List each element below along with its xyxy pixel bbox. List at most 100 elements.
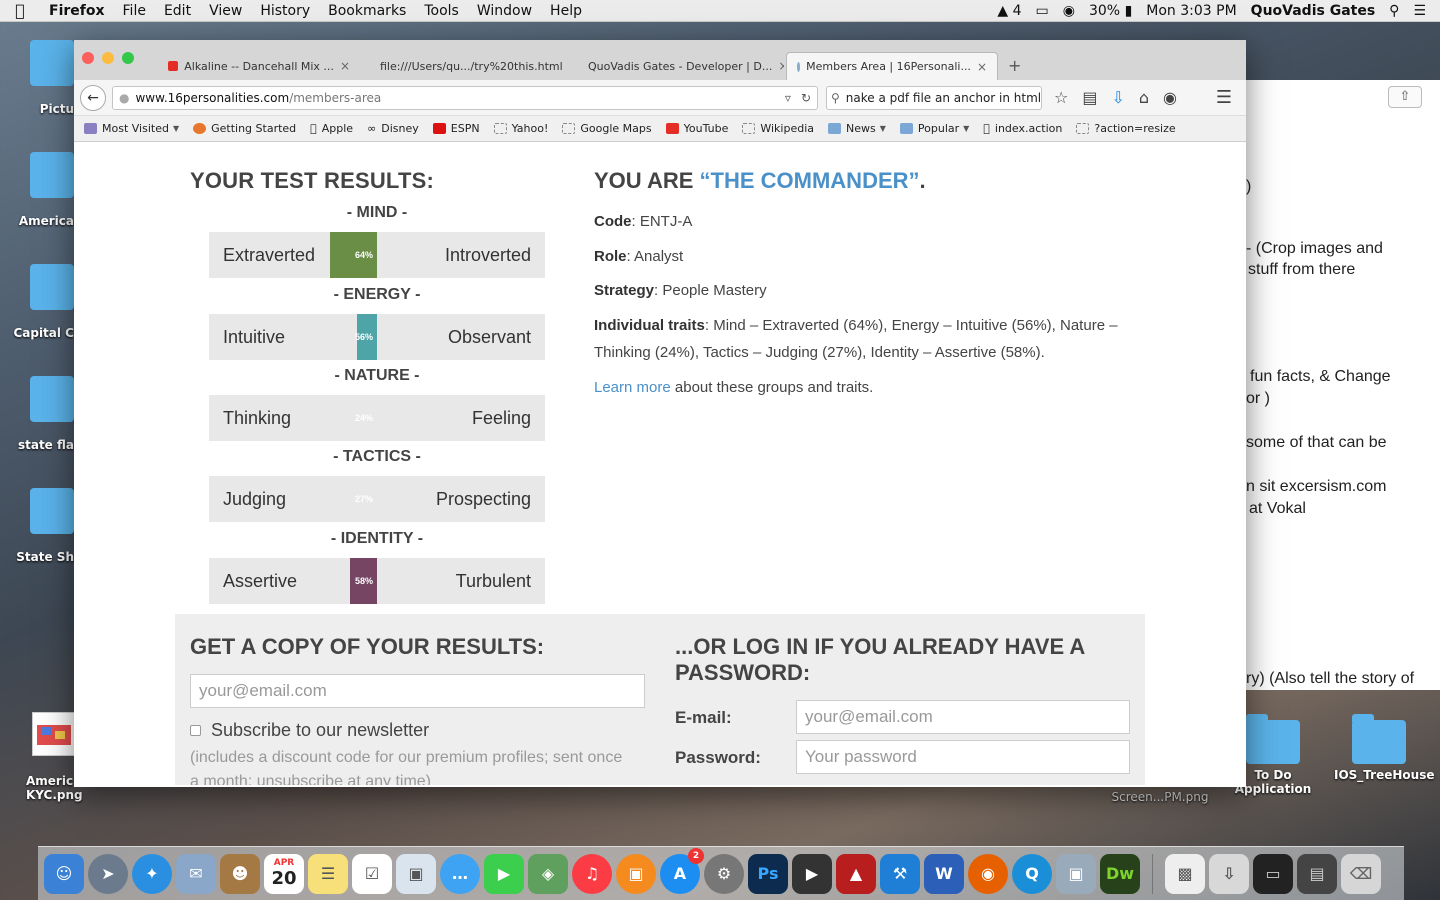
notification-center-icon[interactable]: ☰ [1413, 3, 1426, 19]
battery-status[interactable]: 30% ▮ [1089, 3, 1132, 19]
zoom-window-button[interactable] [122, 52, 134, 64]
finder-icon[interactable]: ☺ [44, 853, 84, 894]
launchpad-icon[interactable]: ➤ [88, 853, 128, 894]
desktop-label[interactable]: Pictu [0, 102, 74, 116]
tab-members-area[interactable]: Members Area | 16Personali... × [786, 52, 998, 80]
desktop-label[interactable]: State Sh [0, 550, 74, 564]
notes-icon[interactable]: ☰ [308, 853, 348, 894]
tab-quovadis[interactable]: QuoVadis Gates - Developer | D... × [578, 52, 784, 80]
hamburger-menu-icon[interactable]: ☰ [1216, 87, 1240, 108]
url-dropdown-icon[interactable]: ▿ [785, 91, 791, 105]
calendar-icon[interactable]: APR 20 [264, 853, 304, 894]
bookmark-getting-started[interactable]: Getting Started [193, 122, 296, 135]
desktop-folder-icon[interactable] [30, 40, 74, 86]
quicktime-icon[interactable]: Q [1012, 853, 1052, 894]
tab-close-icon[interactable]: × [971, 60, 987, 74]
bookmark-youtube[interactable]: YouTube [665, 122, 728, 135]
trash-icon[interactable]: ⌫ [1341, 853, 1381, 894]
bookmark-apple[interactable]: Apple [310, 122, 353, 135]
photo-booth-icon[interactable]: ◈ [528, 853, 568, 894]
desktop-folder-ios[interactable]: IOS_TreeHouse [1334, 714, 1434, 782]
login-password-input[interactable]: Your password [796, 740, 1130, 774]
preview-icon[interactable]: ▣ [396, 853, 436, 894]
search-input[interactable]: nake a pdf file an anchor in html [846, 91, 1041, 105]
contacts-icon[interactable]: ☻ [220, 853, 260, 894]
bookmark-news[interactable]: News ▼ [828, 122, 886, 135]
documents-stack-icon[interactable]: ▤ [1297, 853, 1337, 894]
url-bar[interactable]: ● www.16personalities.com/members-area ▿… [112, 85, 818, 110]
desktop-folder-icon[interactable] [30, 264, 74, 310]
screenshot-file-label[interactable]: Screen...PM.png [1104, 790, 1216, 804]
menu-history[interactable]: History [251, 3, 319, 19]
desktop-folder-icon[interactable] [30, 152, 74, 198]
menu-bookmarks[interactable]: Bookmarks [319, 3, 415, 19]
tab-close-icon[interactable]: × [334, 59, 350, 73]
bookmark-action-resize[interactable]: ?action=resize [1076, 122, 1176, 135]
back-button[interactable]: ← [80, 84, 106, 111]
clock[interactable]: Mon 3:03 PM [1146, 3, 1236, 19]
chat-icon[interactable]: ◉ [1163, 88, 1177, 107]
new-tab-button[interactable]: + [1008, 56, 1021, 75]
photoshop-icon[interactable]: Ps [748, 853, 788, 894]
bookmark-disney[interactable]: ∞ Disney [367, 122, 419, 135]
close-window-button[interactable] [82, 52, 94, 64]
copy-email-input[interactable]: your@email.com [190, 674, 645, 708]
bookmark-popular[interactable]: Popular ▼ [899, 122, 969, 135]
tab-close-icon[interactable]: × [772, 59, 784, 73]
downloads-stack-icon[interactable]: ⇩ [1209, 853, 1249, 894]
bookmark-wikipedia[interactable]: Wikipedia [742, 122, 814, 135]
menu-file[interactable]: File [114, 3, 155, 19]
subscribe-checkbox[interactable] [190, 725, 201, 736]
reload-icon[interactable]: ↻ [801, 91, 811, 105]
bookmark-yahoo[interactable]: Yahoo! [493, 122, 548, 135]
menu-edit[interactable]: Edit [155, 3, 200, 19]
bookmark-most-visited[interactable]: Most Visited ▼ [84, 122, 179, 135]
tab-alkaline[interactable]: Alkaline -- Dancehall Mix ... × [158, 52, 360, 80]
home-icon[interactable]: ⌂ [1139, 88, 1149, 107]
learn-more-link[interactable]: Learn more [594, 379, 671, 396]
wifi-icon[interactable]: ◉ [1063, 3, 1075, 19]
desktop-label[interactable]: Capital C [0, 326, 74, 340]
ibooks-icon[interactable]: ▣ [616, 853, 656, 894]
menu-window[interactable]: Window [468, 3, 541, 19]
menu-app-name[interactable]: Firefox [40, 3, 114, 19]
apple-menu-icon[interactable]:  [0, 1, 40, 20]
tab-file[interactable]: file:///Users/qu.../try%20this.html × [370, 52, 570, 80]
reminders-icon[interactable]: ☑ [352, 853, 392, 894]
bookmark-espn[interactable]: ESPN [432, 122, 480, 135]
bookmark-index-action[interactable]: index.action [983, 122, 1062, 135]
menu-tools[interactable]: Tools [415, 3, 468, 19]
minimize-window-button[interactable] [102, 52, 114, 64]
app-store-icon[interactable]: A 2 [660, 847, 704, 894]
facetime-icon[interactable]: ▶ [484, 853, 524, 894]
dreamweaver-icon[interactable]: Dw [1100, 853, 1140, 894]
menu-view[interactable]: View [200, 3, 251, 19]
word-icon[interactable]: W [924, 853, 964, 894]
tab-close-icon[interactable]: × [563, 59, 570, 73]
bookmark-star-icon[interactable]: ☆ [1054, 88, 1068, 107]
bookmark-google-maps[interactable]: Google Maps [562, 122, 652, 135]
messages-icon[interactable]: … [440, 853, 480, 894]
user-name[interactable]: QuoVadis Gates [1251, 3, 1376, 19]
desktop-label[interactable]: America [0, 214, 74, 228]
image-capture-icon[interactable]: ▣ [1056, 853, 1096, 894]
adobe-status[interactable]: ▲ 4 [997, 3, 1021, 19]
desktop-folder-icon[interactable] [30, 488, 74, 534]
final-cut-icon[interactable]: ▶ [792, 853, 832, 894]
mail-icon[interactable]: ✉ [176, 853, 216, 894]
menu-help[interactable]: Help [541, 3, 591, 19]
download-icon[interactable]: ⇩ [1111, 88, 1124, 107]
login-email-input[interactable]: your@email.com [796, 700, 1130, 734]
itunes-icon[interactable]: ♫ [572, 853, 612, 894]
safari-icon[interactable]: ✦ [132, 853, 172, 894]
zip-file-icon[interactable]: ▩ [1165, 853, 1205, 894]
newsletter-subscribe[interactable]: Subscribe to our newsletter [190, 720, 429, 741]
spotlight-icon[interactable]: ⚲ [1389, 3, 1399, 19]
firefox-dock-icon[interactable]: ◉ [968, 853, 1008, 894]
map-image-thumbnail[interactable] [32, 712, 76, 756]
search-bar[interactable]: ⚲ nake a pdf file an anchor in html → [826, 85, 1042, 110]
acrobat-icon[interactable]: ▲ [836, 853, 876, 894]
system-preferences-icon[interactable]: ⚙ [704, 853, 744, 894]
desktop-folder-icon[interactable] [30, 376, 74, 422]
airplay-icon[interactable]: ▭ [1036, 3, 1049, 19]
